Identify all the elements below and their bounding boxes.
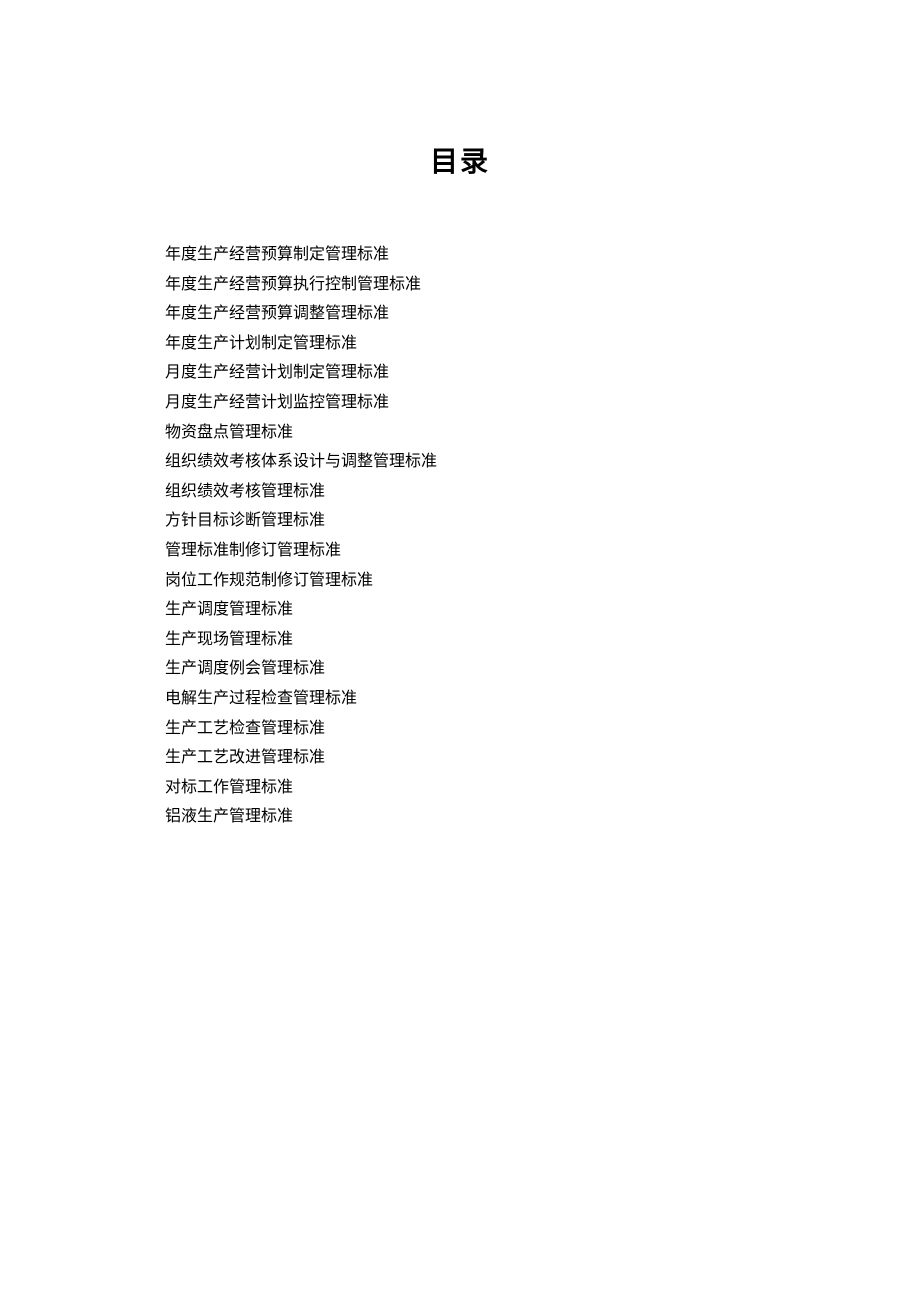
toc-item: 物资盘点管理标准	[165, 418, 755, 448]
toc-item: 管理标准制修订管理标准	[165, 536, 755, 566]
toc-item: 年度生产经营预算制定管理标准	[165, 240, 755, 270]
toc-item: 生产现场管理标准	[165, 625, 755, 655]
toc-item: 年度生产经营预算调整管理标准	[165, 299, 755, 329]
toc-item: 岗位工作规范制修订管理标准	[165, 566, 755, 596]
toc-item: 月度生产经营计划制定管理标准	[165, 358, 755, 388]
toc-item: 对标工作管理标准	[165, 773, 755, 803]
toc-item: 组织绩效考核管理标准	[165, 477, 755, 507]
toc-item: 组织绩效考核体系设计与调整管理标准	[165, 447, 755, 477]
toc-item: 年度生产计划制定管理标准	[165, 329, 755, 359]
toc-item: 铝液生产管理标准	[165, 802, 755, 832]
toc-list: 年度生产经营预算制定管理标准 年度生产经营预算执行控制管理标准 年度生产经营预算…	[165, 240, 755, 832]
page-container: 目录 年度生产经营预算制定管理标准 年度生产经营预算执行控制管理标准 年度生产经…	[0, 0, 920, 832]
toc-item: 生产工艺检查管理标准	[165, 714, 755, 744]
page-title: 目录	[165, 140, 755, 180]
toc-item: 生产工艺改进管理标准	[165, 743, 755, 773]
toc-item: 方针目标诊断管理标准	[165, 506, 755, 536]
toc-item: 月度生产经营计划监控管理标准	[165, 388, 755, 418]
toc-item: 生产调度管理标准	[165, 595, 755, 625]
toc-item: 生产调度例会管理标准	[165, 654, 755, 684]
toc-item: 年度生产经营预算执行控制管理标准	[165, 270, 755, 300]
toc-item: 电解生产过程检查管理标准	[165, 684, 755, 714]
